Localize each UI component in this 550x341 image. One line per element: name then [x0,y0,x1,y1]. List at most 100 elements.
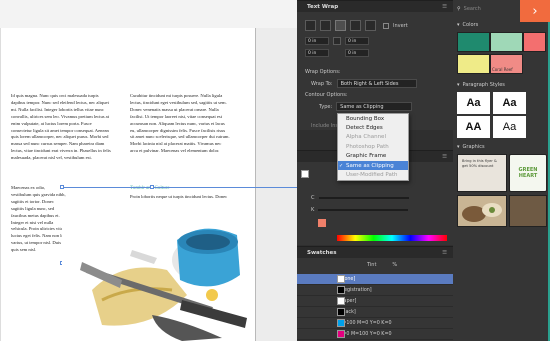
wrap-to-row: Wrap To: Both Right & Left Sides [311,79,417,88]
type-label: Type: [319,103,333,110]
tint-row: Tint % [367,262,397,268]
swatch-chip [337,286,345,294]
chain-link-icon[interactable] [333,37,341,45]
graphic-badge-text: GREEN HEART [518,167,538,179]
swatch-row[interactable]: C=0 M=100 Y=0 K=0 [297,329,453,340]
paragraph-style-tile[interactable]: AA [457,116,490,138]
c-slider-row: C [311,195,409,201]
paragraph-style-tile[interactable]: Aa [493,116,526,138]
tint-value[interactable]: % [392,262,397,268]
swatch-chip [337,330,345,338]
type-select[interactable]: Same as Clipping [336,102,413,111]
offset-right-field[interactable]: 0 in [345,49,369,57]
swatch-row[interactable]: [Black] [297,307,453,318]
color-tile-caption: Coral Reef [492,67,513,72]
contour-options-row: Contour Options: [305,92,348,98]
swatch-label: C=100 M=0 Y=0 K=0 [339,320,392,326]
document-canvas[interactable]: Id quis magna. Nunc quis orci malesuada … [0,0,297,341]
swatch-row[interactable]: [Paper] [297,296,453,307]
panels-column: Text Wrap ☰ Invert 0 in 0 in 0 in 0 in W… [297,0,453,341]
paragraph-styles-header[interactable]: ▾ Paragraph Styles [457,82,505,88]
text-wrap-panel: Text Wrap ☰ Invert 0 in 0 in 0 in 0 in W… [297,0,453,130]
wrap-to-label: Wrap To: [311,80,333,87]
dropdown-item-detect-edges[interactable]: Detect Edges [338,123,408,132]
text-column-left-lower[interactable]: Maecenas ex odio, vestibulum quis gravid… [11,185,66,315]
chevron-down-icon: ▾ [457,82,460,88]
graphic-tile-badge[interactable]: GREEN HEART [509,154,547,192]
swatch-row[interactable]: [None] [297,274,453,285]
dropdown-item-alpha-channel[interactable]: Alpha Channel [338,133,408,142]
no-wrap-icon[interactable] [305,20,316,31]
wrap-bounding-box-icon[interactable] [320,20,331,31]
pasteboard [0,0,297,28]
chevron-down-icon: ▾ [457,144,460,150]
wrap-options-row: Wrap Options: [305,69,341,75]
offset-bottom-field[interactable]: 0 in [305,49,329,57]
swatch-chip [337,297,345,305]
libraries-panel: ⚲ Search › ▾ Colors Coral Reef ▾ Paragra… [453,0,550,341]
dropdown-item-photoshop-path[interactable]: Photoshop Path [338,142,408,151]
swatch-chip [337,319,345,327]
color-tile[interactable] [457,54,490,74]
swatch-chip [337,308,345,316]
wrap-to-select[interactable]: Both Right & Left Sides [336,79,417,88]
swatch-label: C=0 M=100 Y=0 K=0 [339,331,392,337]
graphics-label: Graphics [462,144,485,150]
offset-row: 0 in 0 in [305,37,369,45]
k-label: K [311,207,315,213]
graphics-section-header[interactable]: ▾ Graphics [457,144,485,150]
offset-top-field[interactable]: 0 in [305,37,329,45]
dropdown-item-user-modified-path[interactable]: User-Modified Path [338,170,408,179]
panel-menu-icon[interactable]: ☰ [442,4,447,10]
text-column-right[interactable]: Curabitur tincidunt mi turpis posuere. N… [130,93,230,173]
graphic-tile-flyer[interactable]: Bring in this flyer & get 50% discount [457,154,507,192]
garden-tools-image[interactable] [62,200,252,341]
graphic-tile-photo[interactable] [457,195,507,227]
wrap-object-shape-icon[interactable] [335,20,346,31]
color-tile[interactable] [490,32,523,52]
swatch-row[interactable]: C=100 M=0 Y=0 K=0 [297,318,453,329]
panel-menu-icon[interactable]: ☰ [442,250,447,256]
color-tile[interactable]: Coral Reef [490,54,523,74]
k-slider[interactable] [318,209,409,211]
color-tile[interactable] [523,32,546,52]
fill-swatch-icon[interactable] [301,170,309,178]
fill-stroke-row [301,170,309,178]
type-row: Type: Same as Clipping [319,102,413,111]
text-wrap-title: Text Wrap [307,3,339,10]
panel-menu-icon[interactable]: ☰ [442,154,447,160]
frame-handle[interactable] [60,185,64,189]
last-color-chip[interactable] [318,219,326,227]
invert-checkbox[interactable] [383,22,389,29]
paragraph-style-tile[interactable]: Aa [457,92,490,114]
food-photo-icon [462,203,502,222]
colors-label: Colors [462,22,479,28]
color-spectrum-bar[interactable] [337,235,447,241]
swatches-title: Swatches [307,249,337,256]
tint-label: Tint [367,262,377,268]
dropdown-item-bounding-box[interactable]: Bounding Box [338,114,408,123]
jump-object-icon[interactable] [350,20,361,31]
color-tile[interactable] [457,32,490,52]
paragraph-style-tile[interactable]: Aa [493,92,526,114]
frame-handle[interactable] [150,185,154,189]
swatch-row[interactable]: [Registration] [297,285,453,296]
colors-section-header[interactable]: ▾ Colors [457,22,478,28]
text-column-left[interactable]: Id quis magna. Nunc quis orci malesuada … [11,93,111,173]
library-search[interactable]: ⚲ Search [457,6,481,12]
swatch-chip [337,275,345,283]
graphic-tile-photo-2[interactable] [509,195,547,227]
swatches-panel-header[interactable]: Swatches ☰ [297,247,453,258]
contour-type-dropdown[interactable]: Bounding Box Detect Edges Alpha Channel … [337,113,409,181]
dropdown-item-same-as-clipping[interactable]: Same as Clipping [338,160,408,171]
search-placeholder: Search [463,6,481,12]
dropdown-item-graphic-frame[interactable]: Graphic Frame [338,152,408,161]
wrap-type-buttons: Invert [305,20,408,31]
c-slider[interactable] [318,197,409,199]
invert-label: Invert [393,22,408,29]
jump-next-column-icon[interactable] [365,20,376,31]
library-action-button[interactable]: › [520,0,550,22]
search-icon: ⚲ [457,6,461,12]
panel-header[interactable]: Text Wrap ☰ [297,1,453,12]
offset-left-field[interactable]: 0 in [345,37,369,45]
